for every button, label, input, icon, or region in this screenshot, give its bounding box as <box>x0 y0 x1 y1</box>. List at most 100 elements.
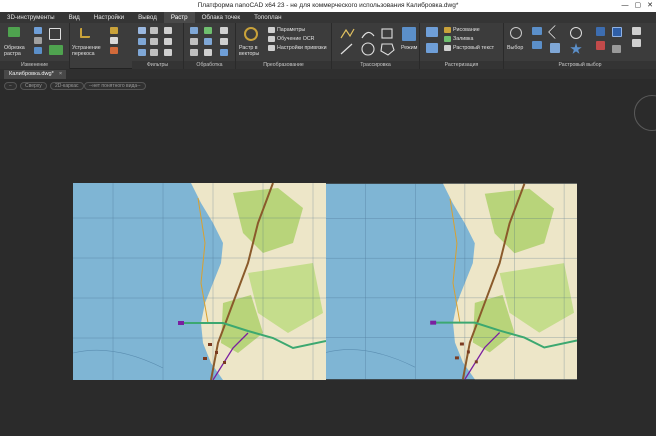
thin-icon[interactable] <box>164 49 172 56</box>
process-icon[interactable] <box>190 27 198 34</box>
mirror-icon[interactable] <box>34 37 42 44</box>
deselect-icon[interactable] <box>596 41 605 50</box>
filter-icon[interactable] <box>138 27 146 34</box>
select-crossing-icon[interactable] <box>532 41 542 49</box>
parameters-button[interactable]: Параметры <box>277 27 331 33</box>
group-rasterization-label: Растеризация <box>420 61 503 69</box>
select-circle-icon[interactable] <box>570 27 582 39</box>
crop-raster-icon <box>8 27 20 37</box>
color-icon[interactable] <box>110 47 118 54</box>
group-skew: Устранение перекоса <box>70 23 132 69</box>
ribbon-tabs: 3D-инструменты Вид Настройки Вывод Растр… <box>0 12 656 23</box>
view-direction-control[interactable]: Сверху <box>20 82 47 90</box>
link-settings-button[interactable]: Настройки привязки <box>277 45 331 51</box>
train-ocr-button[interactable]: Обучение OCR <box>277 36 331 42</box>
tab-output[interactable]: Вывод <box>131 12 164 23</box>
ribbon: Обрезка растра Изменение Устранение пере… <box>0 23 656 69</box>
group-raster-select: Выбор Растровый выбор <box>504 23 656 69</box>
copy-raster-icon[interactable] <box>220 27 228 34</box>
fill-icon[interactable] <box>190 49 198 56</box>
crop-icon[interactable] <box>49 28 61 40</box>
tab-3d-tools[interactable]: 3D-инструменты <box>0 12 62 23</box>
region-icon[interactable] <box>204 27 212 34</box>
dilate-icon[interactable] <box>164 38 172 45</box>
threshold-icon[interactable] <box>150 38 158 45</box>
fix-skew-button[interactable]: Устранение перекоса <box>72 45 106 57</box>
close-tab-icon[interactable]: × <box>59 71 62 77</box>
select-all-icon[interactable] <box>596 27 605 36</box>
close-button[interactable]: ✕ <box>647 1 653 11</box>
outline-icon[interactable] <box>204 49 212 56</box>
window-controls: — ▢ ✕ <box>622 1 654 11</box>
drawing-button[interactable]: Рисование <box>453 27 503 33</box>
raster-image-right[interactable] <box>326 183 577 380</box>
visual-style-control[interactable]: 2D-каркас <box>50 82 84 90</box>
despeckle-icon[interactable] <box>150 27 158 34</box>
layer-icon[interactable] <box>632 27 641 35</box>
group-raster-select-label: Растровый выбор <box>504 61 656 69</box>
rasterize-area-icon[interactable] <box>426 43 438 53</box>
crop-raster-button[interactable]: Обрезка растра <box>4 45 32 57</box>
group-processing-label: Обработка <box>184 61 235 69</box>
document-tabs: Калибровка.dwg* × <box>0 69 656 79</box>
topographic-map-right <box>326 183 577 380</box>
select-arc-icon[interactable] <box>547 24 563 40</box>
pointer-icon[interactable] <box>612 27 622 37</box>
options-icon[interactable] <box>612 45 621 53</box>
erode-icon[interactable] <box>138 49 146 56</box>
maximize-button[interactable]: ▢ <box>635 1 642 11</box>
group-conversion: Растр в векторы Параметры Обучение OCR Н… <box>236 23 332 69</box>
export-icon[interactable] <box>220 49 228 56</box>
document-tab[interactable]: Калибровка.dwg* × <box>4 70 67 79</box>
paste-raster-icon[interactable] <box>220 38 228 45</box>
window-title: Платформа nanoCAD x64 23 - не для коммер… <box>197 2 459 9</box>
group-processing: Обработка <box>184 23 236 69</box>
select-star-icon[interactable] <box>570 43 582 54</box>
tab-settings[interactable]: Настройки <box>87 12 131 23</box>
move-raster-icon[interactable] <box>204 38 212 45</box>
merge-icon[interactable] <box>49 45 63 55</box>
select-button[interactable]: Выбор <box>507 45 527 51</box>
viewport-menu-button[interactable]: − <box>4 82 17 90</box>
tracing-tools-icon[interactable] <box>338 26 398 58</box>
tab-point-clouds[interactable]: Облака точек <box>195 12 248 23</box>
raster-text-button[interactable]: Растровый текст <box>453 45 503 51</box>
minimize-button[interactable]: — <box>622 1 629 11</box>
rotate-icon[interactable] <box>34 27 42 34</box>
app-window: Платформа nanoCAD x64 23 - не для коммер… <box>0 0 656 436</box>
raster-image-left[interactable] <box>73 183 326 380</box>
skew-icon <box>80 28 90 38</box>
tab-raster[interactable]: Растр <box>163 12 195 23</box>
scale-icon[interactable] <box>34 47 42 54</box>
group-filters-label: Фильтры <box>132 61 183 69</box>
group-change-label: Изменение <box>0 61 69 69</box>
title-bar: Платформа nanoCAD x64 23 - не для коммер… <box>0 0 656 12</box>
group-change: Обрезка растра Изменение <box>0 23 70 69</box>
select-window-icon[interactable] <box>532 27 542 35</box>
named-view-control[interactable]: --нет понятного вида-- <box>84 82 146 90</box>
smooth-icon[interactable] <box>150 49 158 56</box>
deskew-icon[interactable] <box>110 27 118 34</box>
group-filters: Фильтры <box>132 23 184 69</box>
properties-icon[interactable] <box>632 39 641 47</box>
group-tracing-label: Трассировка <box>332 61 419 69</box>
raster-text-icon <box>444 45 451 51</box>
topographic-map-left <box>73 183 326 380</box>
drawing-icon <box>444 27 451 33</box>
tab-topoplan[interactable]: Топоплан <box>247 12 288 23</box>
sharpen-icon[interactable] <box>138 38 146 45</box>
invert-icon[interactable] <box>110 37 118 44</box>
select-line-icon[interactable] <box>550 43 560 53</box>
erase-icon[interactable] <box>190 38 198 45</box>
select-icon <box>510 27 522 39</box>
raster-to-vector-icon <box>244 27 258 41</box>
rasterize-icon[interactable] <box>426 27 438 37</box>
raster-to-vector-button[interactable]: Растр в векторы <box>239 45 267 57</box>
fill-button[interactable]: Заливка <box>453 36 503 42</box>
mode-button[interactable]: Режим <box>401 45 419 51</box>
blur-icon[interactable] <box>164 27 172 34</box>
group-tracing: Режим Трассировка <box>332 23 420 69</box>
group-rasterization: Рисование Заливка Растровый текст Растер… <box>420 23 504 69</box>
tab-view[interactable]: Вид <box>62 12 87 23</box>
document-tab-label: Калибровка.dwg* <box>9 71 54 77</box>
